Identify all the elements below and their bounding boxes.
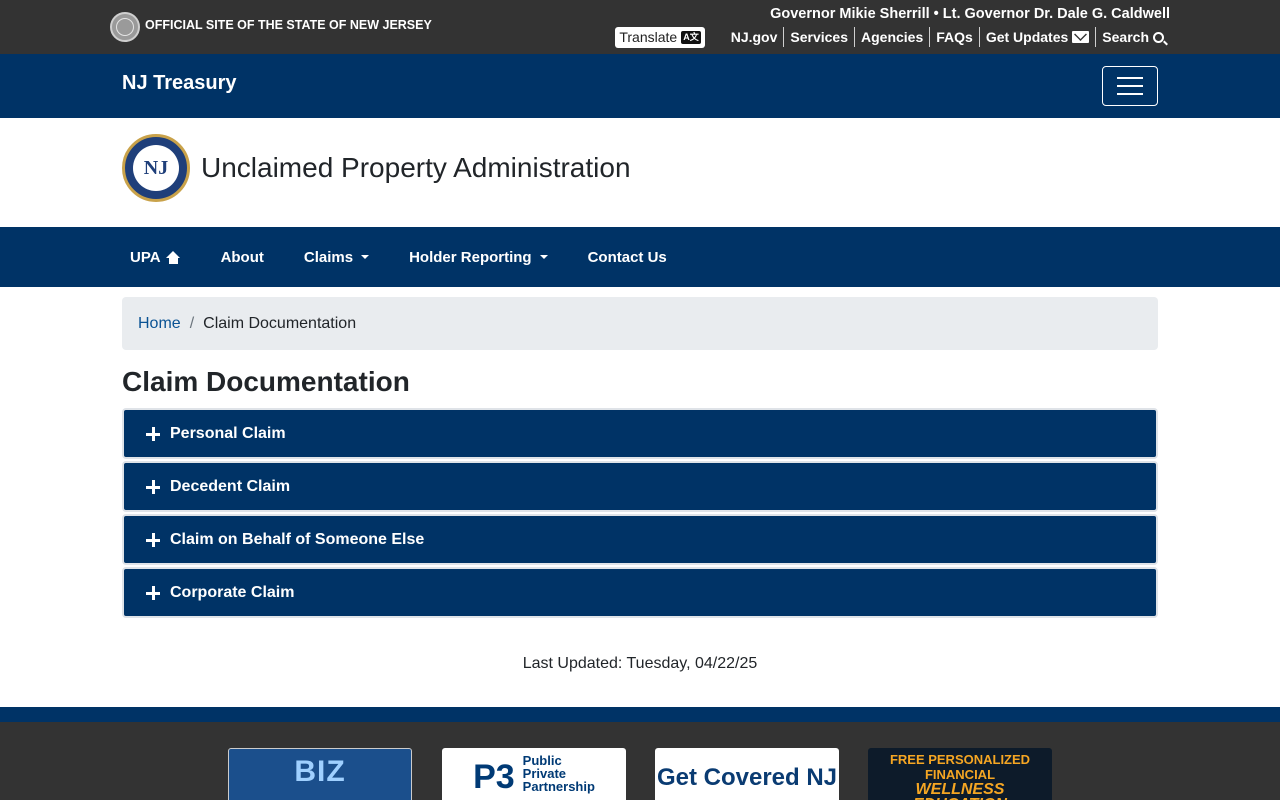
treasury-bar: NJ Treasury	[0, 54, 1280, 118]
breadcrumb-home-link[interactable]: Home	[138, 315, 181, 333]
accordion-label: Decedent Claim	[170, 477, 291, 495]
p3-line: Partnership	[522, 779, 595, 794]
top-link-label: Services	[790, 29, 848, 45]
official-site-text: OFFICIAL SITE OF THE STATE OF NEW JERSEY	[145, 18, 432, 32]
accordion-label: Claim on Behalf of Someone Else	[170, 530, 425, 548]
caret-down-icon	[361, 255, 370, 259]
translate-icon: A文	[681, 30, 701, 44]
caret-down-icon	[539, 255, 548, 259]
hamburger-line	[1117, 93, 1143, 95]
main-nav: UPA About Claims Holder Reporting Contac…	[0, 227, 1280, 287]
nav-item-label: About	[220, 248, 264, 266]
top-link-services[interactable]: Services	[783, 27, 854, 47]
top-link-label: Agencies	[861, 29, 924, 45]
treasury-title-link[interactable]: NJ Treasury	[122, 72, 237, 95]
nav-item-about[interactable]: About	[213, 249, 272, 266]
top-links: Translate A文 NJ.gov Services Agencies FA…	[615, 26, 1170, 48]
nav-item-upa[interactable]: UPA	[122, 249, 189, 266]
top-link-faqs[interactable]: FAQs	[929, 27, 979, 47]
biz-mobile-banner[interactable]: BIZ	[228, 748, 412, 800]
nav-item-label: Holder Reporting	[409, 248, 532, 266]
accordion-decedent-claim[interactable]: Decedent Claim	[122, 461, 1158, 512]
accordion-label: Personal Claim	[170, 424, 286, 442]
nav-item-claims[interactable]: Claims	[296, 249, 377, 266]
governor-text: Governor Mikie Sherrill • Lt. Governor D…	[770, 6, 1170, 22]
translate-label: Translate	[619, 29, 678, 45]
nav-item-label: Contact Us	[587, 248, 667, 266]
breadcrumb-separator: /	[189, 314, 195, 332]
get-covered-nj-banner[interactable]: Get Covered NJ	[655, 748, 839, 800]
plus-icon	[146, 426, 160, 441]
agency-title[interactable]: Unclaimed Property Administration	[201, 152, 631, 184]
breadcrumb-current: Claim Documentation	[203, 314, 357, 332]
fin-top-text: FREE PERSONALIZED FINANCIAL	[889, 752, 1031, 782]
hamburger-menu-button[interactable]	[1102, 66, 1158, 106]
last-updated: Last Updated: Tuesday, 04/22/25	[522, 655, 758, 672]
agency-header: NJ Unclaimed Property Administration	[0, 118, 1280, 227]
footer: BIZ P3 Public Private Partnership Get Co…	[0, 722, 1280, 800]
top-link-label: NJ.gov	[730, 29, 778, 45]
agency-logo-text: NJ	[133, 145, 179, 191]
state-seal-icon	[110, 12, 140, 42]
biz-banner-text: BIZ	[294, 755, 346, 788]
accordion-corporate-claim[interactable]: Corporate Claim	[122, 567, 1158, 618]
breadcrumb: Home / Claim Documentation	[122, 297, 1158, 350]
top-link-label: Get Updates	[985, 29, 1069, 45]
nav-item-holder-reporting[interactable]: Holder Reporting	[401, 249, 556, 266]
state-bar: OFFICIAL SITE OF THE STATE OF NEW JERSEY…	[0, 0, 1280, 54]
top-link-get-updates[interactable]: Get Updates	[978, 27, 1095, 47]
top-link-agencies[interactable]: Agencies	[854, 27, 929, 47]
nav-item-label: Claims	[303, 248, 354, 266]
accordion-personal-claim[interactable]: Personal Claim	[122, 408, 1158, 459]
search-icon	[1153, 31, 1164, 43]
footer-stripe	[0, 707, 1280, 722]
fin-sub-text: WELLNESS EDUCATION	[913, 781, 1007, 800]
financial-wellness-banner[interactable]: FREE PERSONALIZED FINANCIAL WELLNESS EDU…	[868, 748, 1052, 800]
top-link-search[interactable]: Search	[1095, 27, 1170, 47]
hamburger-line	[1117, 85, 1143, 87]
plus-icon	[146, 479, 160, 494]
p3-banner-big-text: P3	[473, 758, 515, 796]
plus-icon	[146, 585, 160, 600]
translate-button[interactable]: Translate A文	[615, 26, 705, 48]
page-title: Claim Documentation	[122, 366, 410, 397]
nav-item-label: UPA	[130, 248, 161, 266]
top-link-label: FAQs	[936, 29, 973, 45]
hamburger-line	[1117, 77, 1143, 79]
home-icon	[165, 250, 181, 264]
nav-item-contact-us[interactable]: Contact Us	[580, 249, 675, 266]
accordion-claim-on-behalf[interactable]: Claim on Behalf of Someone Else	[122, 514, 1158, 565]
get-covered-text: Get Covered NJ	[656, 764, 838, 791]
top-link-label: Search	[1102, 29, 1149, 45]
envelope-icon	[1072, 31, 1090, 43]
plus-icon	[146, 532, 160, 547]
p3-banner-lines: Public Private Partnership	[523, 754, 595, 793]
financial-wellness-text: FREE PERSONALIZED FINANCIAL WELLNESS EDU…	[868, 752, 1052, 800]
p3-partnership-banner[interactable]: P3 Public Private Partnership	[442, 748, 626, 800]
claim-accordion: Personal Claim Decedent Claim Claim on B…	[122, 408, 1158, 620]
accordion-label: Corporate Claim	[170, 583, 295, 601]
agency-logo[interactable]: NJ	[122, 134, 190, 202]
top-link-njgov[interactable]: NJ.gov	[725, 27, 784, 47]
